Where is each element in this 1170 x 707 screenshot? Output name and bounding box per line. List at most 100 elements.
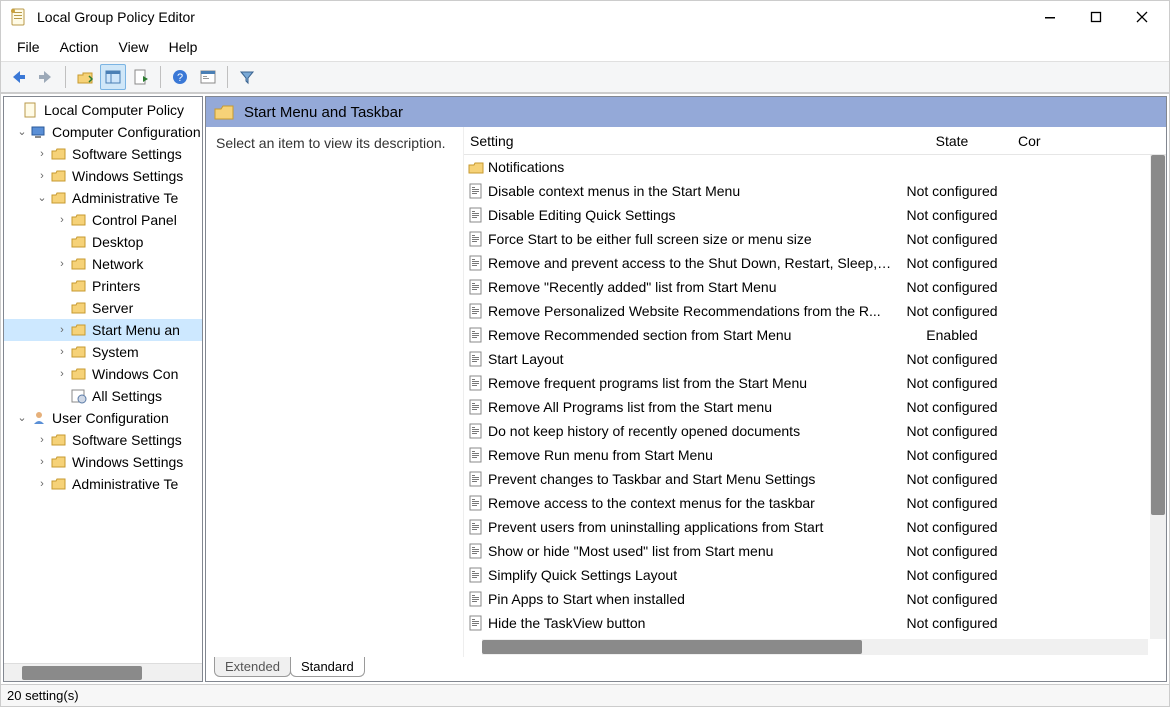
folder-icon xyxy=(50,146,68,162)
chevron-down-icon[interactable]: ⌄ xyxy=(34,187,50,209)
policy-icon xyxy=(466,495,486,511)
chevron-right-icon[interactable]: › xyxy=(54,319,70,341)
chevron-right-icon[interactable]: › xyxy=(34,429,50,451)
details-title: Start Menu and Taskbar xyxy=(244,104,403,121)
tree-horizontal-scrollbar[interactable] xyxy=(4,663,202,681)
folder-icon xyxy=(50,190,68,206)
tree-desktop[interactable]: Desktop xyxy=(4,231,202,253)
properties-button[interactable] xyxy=(195,64,221,90)
list-item[interactable]: Remove Personalized Website Recommendati… xyxy=(464,299,1166,323)
scrollbar-thumb[interactable] xyxy=(22,666,142,680)
list-item[interactable]: Do not keep history of recently opened d… xyxy=(464,419,1166,443)
tree-start-menu[interactable]: › Start Menu an xyxy=(4,319,202,341)
view-tabs: Extended Standard xyxy=(206,657,1166,681)
tree-all-settings[interactable]: All Settings xyxy=(4,385,202,407)
setting-state: Not configured xyxy=(892,591,1012,607)
tree-user-config[interactable]: ⌄ User Configuration xyxy=(4,407,202,429)
tree-control-panel[interactable]: › Control Panel xyxy=(4,209,202,231)
folder-icon xyxy=(70,278,88,294)
list-item[interactable]: Force Start to be either full screen siz… xyxy=(464,227,1166,251)
list-item[interactable]: Disable context menus in the Start MenuN… xyxy=(464,179,1166,203)
chevron-right-icon[interactable]: › xyxy=(34,451,50,473)
tree-printers[interactable]: Printers xyxy=(4,275,202,297)
policy-tree[interactable]: Local Computer Policy ⌄ Computer Configu… xyxy=(4,97,202,663)
svg-text:?: ? xyxy=(177,72,183,84)
list-item[interactable]: Prevent changes to Taskbar and Start Men… xyxy=(464,467,1166,491)
list-item[interactable]: Notifications xyxy=(464,155,1166,179)
column-comment[interactable]: Cor xyxy=(1012,133,1102,149)
forward-button[interactable] xyxy=(33,64,59,90)
column-setting[interactable]: Setting xyxy=(464,133,892,149)
menu-help[interactable]: Help xyxy=(159,35,208,59)
list-item[interactable]: Show or hide "Most used" list from Start… xyxy=(464,539,1166,563)
list-item[interactable]: Disable Editing Quick SettingsNot config… xyxy=(464,203,1166,227)
menu-view[interactable]: View xyxy=(108,35,158,59)
filter-button[interactable] xyxy=(234,64,260,90)
setting-name: Force Start to be either full screen siz… xyxy=(488,231,892,247)
list-item[interactable]: Remove access to the context menus for t… xyxy=(464,491,1166,515)
menu-file[interactable]: File xyxy=(7,35,50,59)
policy-icon xyxy=(466,279,486,295)
list-vertical-scrollbar[interactable] xyxy=(1150,155,1166,639)
help-button[interactable]: ? xyxy=(167,64,193,90)
setting-name: Remove Personalized Website Recommendati… xyxy=(488,303,892,319)
list-item[interactable]: Remove All Programs list from the Start … xyxy=(464,395,1166,419)
chevron-down-icon[interactable]: ⌄ xyxy=(14,121,30,143)
maximize-button[interactable] xyxy=(1073,1,1119,33)
tree-uc-software[interactable]: › Software Settings xyxy=(4,429,202,451)
list-item[interactable]: Remove "Recently added" list from Start … xyxy=(464,275,1166,299)
show-hide-tree-button[interactable] xyxy=(100,64,126,90)
chevron-right-icon[interactable]: › xyxy=(34,143,50,165)
tree-uc-windows[interactable]: › Windows Settings xyxy=(4,451,202,473)
list-item[interactable]: Start LayoutNot configured xyxy=(464,347,1166,371)
up-button[interactable] xyxy=(72,64,98,90)
list-item[interactable]: Remove frequent programs list from the S… xyxy=(464,371,1166,395)
chevron-right-icon[interactable]: › xyxy=(34,473,50,495)
tree-label: Local Computer Policy xyxy=(44,99,184,121)
list-item[interactable]: Pin Apps to Start when installedNot conf… xyxy=(464,587,1166,611)
column-state[interactable]: State xyxy=(892,133,1012,149)
close-button[interactable] xyxy=(1119,1,1165,33)
tab-extended[interactable]: Extended xyxy=(214,657,291,677)
app-icon xyxy=(9,7,29,27)
scrollbar-thumb[interactable] xyxy=(482,640,862,654)
back-button[interactable] xyxy=(5,64,31,90)
tree-windows-components[interactable]: › Windows Con xyxy=(4,363,202,385)
tree-network[interactable]: › Network xyxy=(4,253,202,275)
tree-cc-software[interactable]: › Software Settings xyxy=(4,143,202,165)
list-item[interactable]: Remove and prevent access to the Shut Do… xyxy=(464,251,1166,275)
chevron-right-icon[interactable]: › xyxy=(54,363,70,385)
setting-name: Disable Editing Quick Settings xyxy=(488,207,892,223)
scrollbar-thumb[interactable] xyxy=(1151,155,1165,515)
setting-name: Remove frequent programs list from the S… xyxy=(488,375,892,391)
description-pane: Select an item to view its description. xyxy=(206,127,464,657)
tree-uc-admin-templates[interactable]: › Administrative Te xyxy=(4,473,202,495)
list-horizontal-scrollbar[interactable] xyxy=(482,639,1148,655)
list-item[interactable]: Remove Recommended section from Start Me… xyxy=(464,323,1166,347)
chevron-right-icon[interactable]: › xyxy=(54,253,70,275)
chevron-right-icon[interactable]: › xyxy=(54,341,70,363)
setting-name: Prevent users from uninstalling applicat… xyxy=(488,519,892,535)
list-item[interactable]: Hide the TaskView buttonNot configured xyxy=(464,611,1166,635)
settings-list-icon xyxy=(70,388,88,404)
minimize-button[interactable] xyxy=(1027,1,1073,33)
toolbar: ? xyxy=(1,61,1169,93)
tree-server[interactable]: Server xyxy=(4,297,202,319)
tab-standard[interactable]: Standard xyxy=(290,657,365,677)
chevron-right-icon[interactable]: › xyxy=(34,165,50,187)
menu-action[interactable]: Action xyxy=(50,35,109,59)
tree-root[interactable]: Local Computer Policy xyxy=(4,99,202,121)
chevron-right-icon[interactable]: › xyxy=(54,209,70,231)
list-item[interactable]: Simplify Quick Settings LayoutNot config… xyxy=(464,563,1166,587)
tree-cc-admin-templates[interactable]: ⌄ Administrative Te xyxy=(4,187,202,209)
tree-system[interactable]: › System xyxy=(4,341,202,363)
export-list-button[interactable] xyxy=(128,64,154,90)
list-item[interactable]: Prevent users from uninstalling applicat… xyxy=(464,515,1166,539)
list-header[interactable]: Setting State Cor xyxy=(464,127,1166,155)
chevron-down-icon[interactable]: ⌄ xyxy=(14,407,30,429)
tree-computer-config[interactable]: ⌄ Computer Configuration xyxy=(4,121,202,143)
list-item[interactable]: Remove Run menu from Start MenuNot confi… xyxy=(464,443,1166,467)
tree-cc-windows[interactable]: › Windows Settings xyxy=(4,165,202,187)
tree-label: All Settings xyxy=(92,385,162,407)
computer-icon xyxy=(30,124,48,140)
